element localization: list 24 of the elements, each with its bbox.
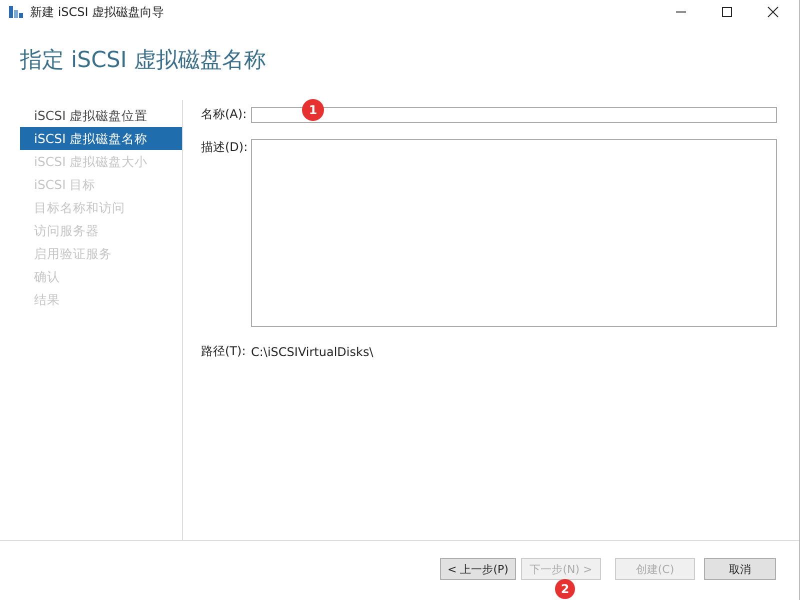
step-item: iSCSI 虚拟磁盘大小	[33, 153, 149, 171]
name-label: 名称(A):	[201, 106, 248, 123]
name-field[interactable]	[251, 106, 777, 122]
description-field[interactable]	[251, 139, 777, 327]
wizard-button[interactable]: 取消	[704, 558, 776, 580]
step-item: 目标名称和访问	[33, 199, 126, 217]
step-item: 结果	[33, 291, 61, 309]
maximize-icon[interactable]	[721, 6, 733, 18]
description-label: 描述(D):	[201, 139, 249, 156]
step-item: 启用验证服务	[33, 245, 113, 263]
app-icon	[8, 4, 24, 20]
step-item: iSCSI 虚拟磁盘位置	[33, 107, 149, 125]
step-item: 访问服务器	[33, 222, 100, 240]
callout-badge: 2	[555, 579, 575, 599]
close-icon[interactable]	[767, 6, 779, 18]
step-item: iSCSI 目标	[33, 176, 97, 194]
step-item: iSCSI 虚拟磁盘名称	[20, 127, 182, 150]
path-value: C:\iSCSIVirtualDisks\	[251, 344, 374, 358]
wizard-button[interactable]: < 上一步(P)	[440, 558, 516, 580]
window-title: 新建 iSCSI 虚拟磁盘向导	[30, 4, 164, 20]
page-header: 指定 iSCSI 虚拟磁盘名称	[19, 47, 267, 75]
callout-badge: 1	[302, 99, 324, 121]
step-item: 确认	[33, 268, 61, 286]
path-label: 路径(T):	[201, 343, 247, 360]
